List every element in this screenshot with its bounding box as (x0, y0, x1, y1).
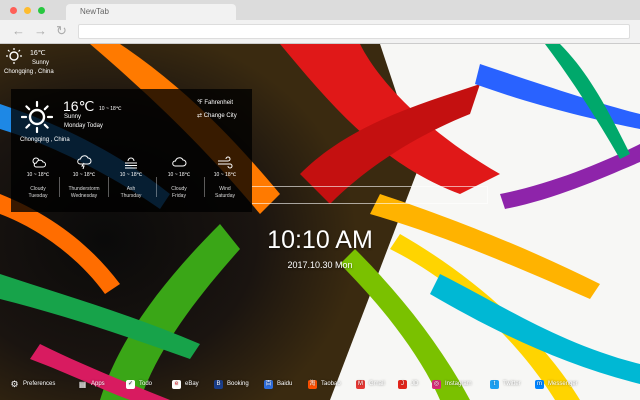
forecast-condition: Cloudy (30, 186, 46, 192)
cloud-icon (172, 157, 187, 167)
instagram-link[interactable]: ◎ Instagram (432, 376, 472, 392)
preferences-button[interactable]: ⚙ Preferences (10, 376, 55, 392)
divider (204, 177, 205, 197)
search-input[interactable] (252, 186, 488, 204)
ebay-icon: e (172, 379, 181, 389)
tab-strip: NewTab (0, 0, 640, 20)
forecast-condition: Thunderstorm (68, 186, 100, 192)
forecast-range: 10 ~ 18℃ (119, 172, 143, 178)
preferences-label: Preferences (23, 381, 56, 387)
mini-location: Chongqing , China (4, 69, 54, 75)
bottom-bar: ⚙ Preferences ▦ Apps ✓ Todo e eBay B Booking … (0, 376, 640, 392)
mini-temp: 16℃ (30, 50, 46, 57)
instagram-icon: ◎ (432, 379, 441, 389)
mini-condition: Sunny (32, 60, 50, 66)
fahrenheit-toggle[interactable]: ℉ Fahrenheit (197, 99, 233, 106)
clock-date: 2017.10.30 Mon (287, 260, 353, 270)
divider (59, 177, 60, 197)
forecast-weekday: Tuesday (28, 193, 48, 199)
forecast-condition: Cloudy (171, 186, 187, 192)
todo-label: Todo (139, 381, 153, 387)
sun-icon (6, 48, 22, 64)
forecast-range: 10 ~ 18℃ (213, 172, 237, 178)
maximize-window-button[interactable] (38, 7, 45, 14)
close-window-button[interactable] (10, 7, 17, 14)
instagram-label: Instagram (445, 381, 472, 387)
ash-icon (125, 157, 137, 169)
tab-title: NewTab (80, 7, 109, 16)
jd-link[interactable]: J JD (398, 376, 418, 392)
booking-label: Booking (227, 381, 249, 387)
forecast-range: 10 ~ 18℃ (167, 172, 191, 178)
reload-icon[interactable]: ↻ (56, 23, 67, 39)
gmail-label: Gmail (369, 381, 385, 387)
forecast-range: 10 ~ 18℃ (26, 172, 50, 178)
baidu-link[interactable]: 百 Baidu (264, 376, 292, 392)
jd-label: JD (411, 381, 419, 387)
jd-icon: J (398, 379, 407, 389)
taobao-link[interactable]: 淘 Taobao (308, 376, 341, 392)
booking-icon: B (214, 379, 223, 389)
thunderstorm-icon (77, 155, 92, 170)
forecast-day: 10 ~ 18℃ Cloudy Tuesday (19, 155, 57, 199)
arrow-right-icon[interactable]: → (34, 23, 47, 39)
divider (156, 177, 157, 197)
gmail-link[interactable]: M Gmail (356, 376, 385, 392)
gear-icon: ⚙ (10, 378, 19, 389)
arrow-left-icon[interactable]: ← (12, 23, 25, 39)
address-bar[interactable] (78, 24, 630, 39)
forecast-condition: Wind (219, 186, 231, 192)
minimize-window-button[interactable] (24, 7, 31, 14)
twitter-label: Twitter (503, 381, 521, 387)
forecast-day: 10 ~ 18℃ Wind Saturday (206, 155, 244, 199)
weather-location: Chongqing , China (20, 137, 70, 143)
forecast-day: 10 ~ 18℃ Thunderstorm Wednesday (65, 155, 103, 199)
mini-weather[interactable]: 16℃ Sunny Chongqing , China (4, 48, 54, 75)
divider (108, 177, 109, 197)
apps-label: Apps (91, 381, 105, 387)
current-temp: 16℃ (63, 98, 95, 114)
messenger-icon: m (535, 379, 544, 389)
temp-range: 10 ~ 18℃ (99, 106, 122, 112)
taobao-label: Taobao (321, 381, 341, 387)
baidu-label: Baidu (277, 381, 293, 387)
change-city-link[interactable]: ⇄ Change City (197, 112, 237, 119)
cloudy-sun-icon (32, 157, 46, 168)
wind-icon (218, 156, 233, 169)
clock-time: 10:10 AM (267, 226, 373, 254)
current-day: Monday Today (64, 123, 103, 129)
checkbox-icon: ✓ (126, 379, 135, 389)
browser-toolbar: ← → ↻ (0, 20, 640, 44)
forecast-day: 10 ~ 18℃ Ash Thursday (112, 155, 150, 199)
booking-link[interactable]: B Booking (214, 376, 249, 392)
forecast-weekday: Saturday (214, 193, 235, 199)
forecast-weekday: Wednesday (70, 193, 98, 199)
weather-panel: 16℃ 10 ~ 18℃ Sunny Monday Today ℉ Fahren… (11, 89, 252, 212)
forecast-day: 10 ~ 18℃ Cloudy Friday (160, 155, 198, 199)
grid-icon: ▦ (78, 379, 87, 389)
forecast-weekday: Friday (172, 193, 186, 199)
baidu-icon: 百 (264, 379, 273, 389)
twitter-link[interactable]: t Twitter (490, 376, 521, 392)
ebay-link[interactable]: e eBay (172, 376, 199, 392)
gmail-icon: M (356, 379, 365, 389)
ebay-label: eBay (185, 381, 199, 387)
twitter-icon: t (490, 379, 499, 389)
current-condition: Sunny (64, 114, 82, 120)
forecast-weekday: Thursday (120, 193, 142, 199)
taobao-icon: 淘 (308, 379, 317, 389)
messenger-label: Messenger (548, 381, 578, 387)
browser-tab[interactable]: NewTab (66, 4, 236, 20)
forecast-range: 10 ~ 18℃ (72, 172, 96, 178)
todo-link[interactable]: ✓ Todo (126, 376, 152, 392)
apps-button[interactable]: ▦ Apps (78, 376, 105, 392)
forecast-condition: Ash (126, 186, 136, 192)
sun-icon (21, 101, 53, 133)
messenger-link[interactable]: m Messenger (535, 376, 578, 392)
